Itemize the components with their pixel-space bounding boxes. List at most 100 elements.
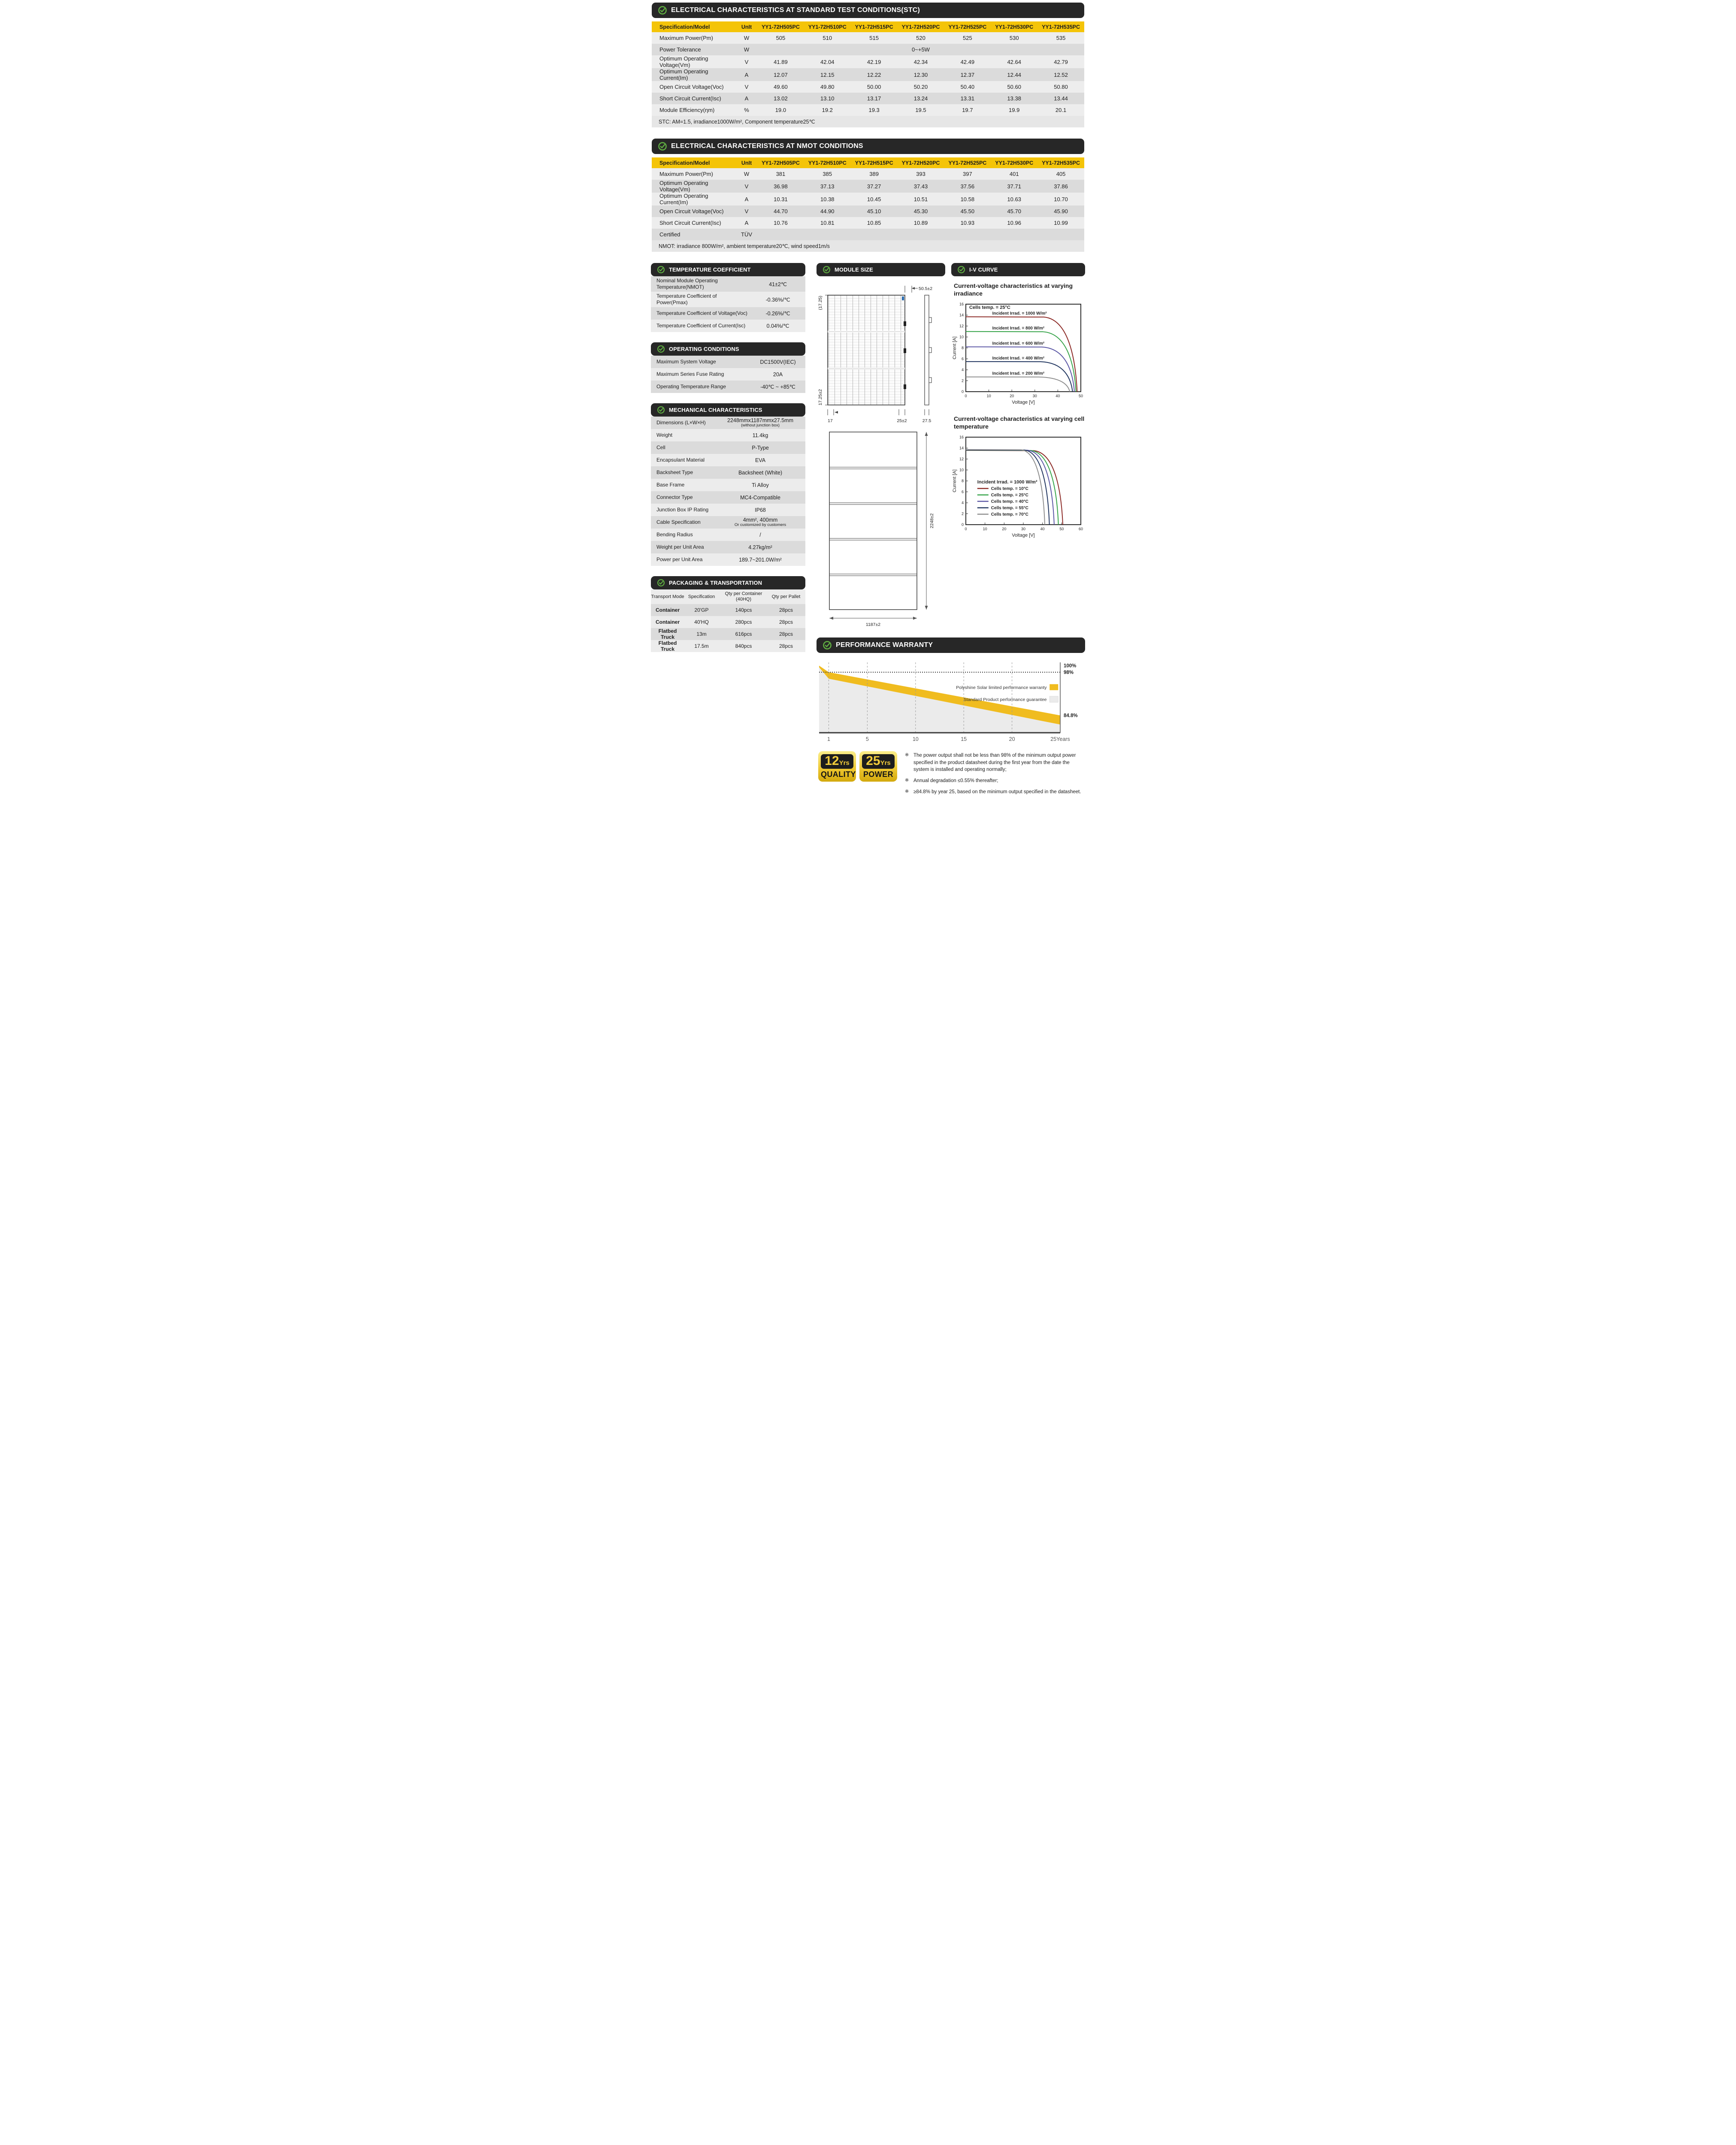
svg-text:30: 30: [1021, 527, 1025, 531]
section-title: ELECTRICAL CHARACTERISTICS AT NMOT CONDI…: [671, 142, 863, 150]
section-header-opcond: OPERATING CONDITIONS: [651, 342, 805, 356]
value-cell: 37.27: [851, 183, 898, 190]
value-cell: 10.63: [991, 196, 1037, 202]
section-title: OPERATING CONDITIONS: [669, 346, 739, 352]
value-cell: 50.40: [944, 84, 991, 90]
value-cell: 10.85: [851, 220, 898, 226]
kv-row: Junction Box IP RatingIP68: [651, 504, 805, 516]
col-header: YY1-72H525PC: [944, 160, 991, 166]
value-cell: 45.50: [944, 208, 991, 214]
svg-text:6: 6: [962, 490, 964, 494]
table-row: Optimum Operating Current(Im)A12.0712.15…: [652, 68, 1084, 81]
value-cell: 13.44: [1037, 95, 1084, 102]
unit-cell: V: [736, 208, 757, 214]
value-cell: 10.70: [1037, 196, 1084, 202]
warranty-chart: 100%98%84.8%1510152025YearsPolyshine Sol…: [817, 659, 1083, 745]
value-cell: 45.90: [1037, 208, 1084, 214]
check-circle-icon: [657, 266, 665, 274]
kv-label: Base Frame: [651, 480, 715, 489]
col-header: YY1-72H535PC: [1037, 160, 1084, 166]
block-temperature-coefficient: TEMPERATURE COEFFICIENT Nominal Module O…: [651, 263, 805, 332]
note-text: The power output shall not be less than …: [913, 752, 1085, 773]
section-title: ELECTRICAL CHARACTERISTICS AT STANDARD T…: [671, 6, 920, 14]
svg-text:50: 50: [1059, 527, 1064, 531]
module-rear-drawing: 2248±2 1187±2: [817, 426, 945, 628]
svg-text:Cells temp. = 40°C: Cells temp. = 40°C: [991, 499, 1028, 504]
kv-value: 4mm², 400mmOr customized by customers: [715, 516, 805, 528]
row-label: Open Circuit Voltage(Voc): [652, 84, 736, 90]
unit-cell: TÜV: [736, 231, 757, 238]
kv-row: Weight per Unit Area4.27kg/m²: [651, 541, 805, 553]
kv-row: CellP-Type: [651, 441, 805, 454]
section-header-warranty: PERFORMANCE WARRANTY: [817, 637, 1085, 653]
section-title: TEMPERATURE COEFFICIENT: [669, 266, 751, 273]
kv-label: Weight per Unit Area: [651, 543, 715, 552]
qty-container: 280pcs: [719, 619, 768, 625]
kv-label: Temperature Coefficient of Voltage(Voc): [651, 309, 750, 318]
qty-pallet: 28pcs: [768, 619, 804, 625]
kv-label: Weight: [651, 431, 715, 440]
kv-row: Power per Unit Area189.7~201.0W/m²: [651, 553, 805, 566]
row-label: Open Circuit Voltage(Voc): [652, 208, 736, 214]
value-cell: 42.49: [944, 59, 991, 65]
value-cell: 397: [944, 171, 991, 177]
check-circle-icon: [823, 640, 832, 650]
junction-mark: [902, 296, 904, 300]
value-cell: 12.52: [1037, 72, 1084, 78]
value-cell: 10.31: [757, 196, 804, 202]
row-label: Optimum Operating Voltage(Vm): [652, 55, 736, 68]
qty-pallet: 28pcs: [768, 643, 804, 649]
kv-label: Dimensions (L×W×H): [651, 418, 715, 427]
svg-text:98%: 98%: [1064, 670, 1074, 675]
section-header-tempco: TEMPERATURE COEFFICIENT: [651, 263, 805, 276]
kv-value: Backsheet (White): [715, 469, 805, 477]
kv-row: Cable Specification4mm², 400mmOr customi…: [651, 516, 805, 529]
kv-label: Operating Temperature Range: [651, 382, 750, 391]
block-packaging: PACKAGING & TRANSPORTATION Transport Mod…: [651, 576, 805, 652]
svg-text:16: 16: [959, 435, 964, 439]
value-cell: 49.80: [804, 84, 851, 90]
svg-text:Current [A]: Current [A]: [952, 336, 957, 359]
table-row: Container40'HQ280pcs28pcs: [651, 616, 805, 628]
section-title: I-V CURVE: [969, 266, 998, 273]
unit-cell: V: [736, 84, 757, 90]
svg-text:4: 4: [962, 368, 964, 372]
value-cell: 10.38: [804, 196, 851, 202]
dim-17-25-paren: (17.25): [818, 296, 823, 310]
kv-row: Temperature Coefficient of Power(Pmax)-0…: [651, 292, 805, 307]
kv-value: EVA: [715, 456, 805, 464]
value-cell: 42.34: [898, 59, 944, 65]
transport-mode: Flatbed Truck: [651, 628, 684, 640]
value-cell: 393: [898, 171, 944, 177]
svg-text:Cells temp. = 70°C: Cells temp. = 70°C: [991, 512, 1028, 517]
value-cell: 42.04: [804, 59, 851, 65]
col-header: YY1-72H525PC: [944, 24, 991, 30]
reference-mark: ※: [905, 789, 912, 796]
svg-text:Incident Irrad. = 1000 W/m²: Incident Irrad. = 1000 W/m²: [977, 480, 1037, 485]
kv-row: Backsheet TypeBacksheet (White): [651, 466, 805, 479]
kv-row: Operating Temperature Range-40℃ ~ +85℃: [651, 381, 805, 393]
value-cell: 530: [991, 35, 1037, 41]
note-text: ≥84.8% by year 25, based on the minimum …: [913, 789, 1085, 796]
stc-table-header: Specification/Model UnIt YY1-72H505PC YY…: [652, 21, 1084, 32]
svg-text:25Years: 25Years: [1050, 736, 1070, 742]
value-cell: 41.89: [757, 59, 804, 65]
kv-row: Dimensions (L×W×H)2248mmx1187mmx27.5mm(w…: [651, 417, 805, 429]
section-title: PACKAGING & TRANSPORTATION: [669, 580, 762, 586]
kv-row: Temperature Coefficient of Voltage(Voc)-…: [651, 307, 805, 320]
unit-cell: A: [736, 95, 757, 102]
kv-label: Backsheet Type: [651, 468, 715, 477]
module-front-side-drawing: 50.5±2 (17.25): [817, 276, 945, 424]
value-cell: 405: [1037, 171, 1084, 177]
col-header: YY1-72H520PC: [898, 24, 944, 30]
value-cell: 10.93: [944, 220, 991, 226]
unit-cell: W: [736, 171, 757, 177]
svg-text:Incident Irrad. = 600 W/m²: Incident Irrad. = 600 W/m²: [992, 341, 1045, 346]
svg-text:8: 8: [962, 346, 964, 350]
value-cell: 12.07: [757, 72, 804, 78]
value-cell: 10.51: [898, 196, 944, 202]
nmot-table: Specification/Model UnIt YY1-72H505PC YY…: [652, 157, 1084, 240]
kv-value: 11.4kg: [715, 432, 805, 439]
svg-text:40: 40: [1040, 527, 1045, 531]
reference-mark: ※: [905, 777, 912, 785]
